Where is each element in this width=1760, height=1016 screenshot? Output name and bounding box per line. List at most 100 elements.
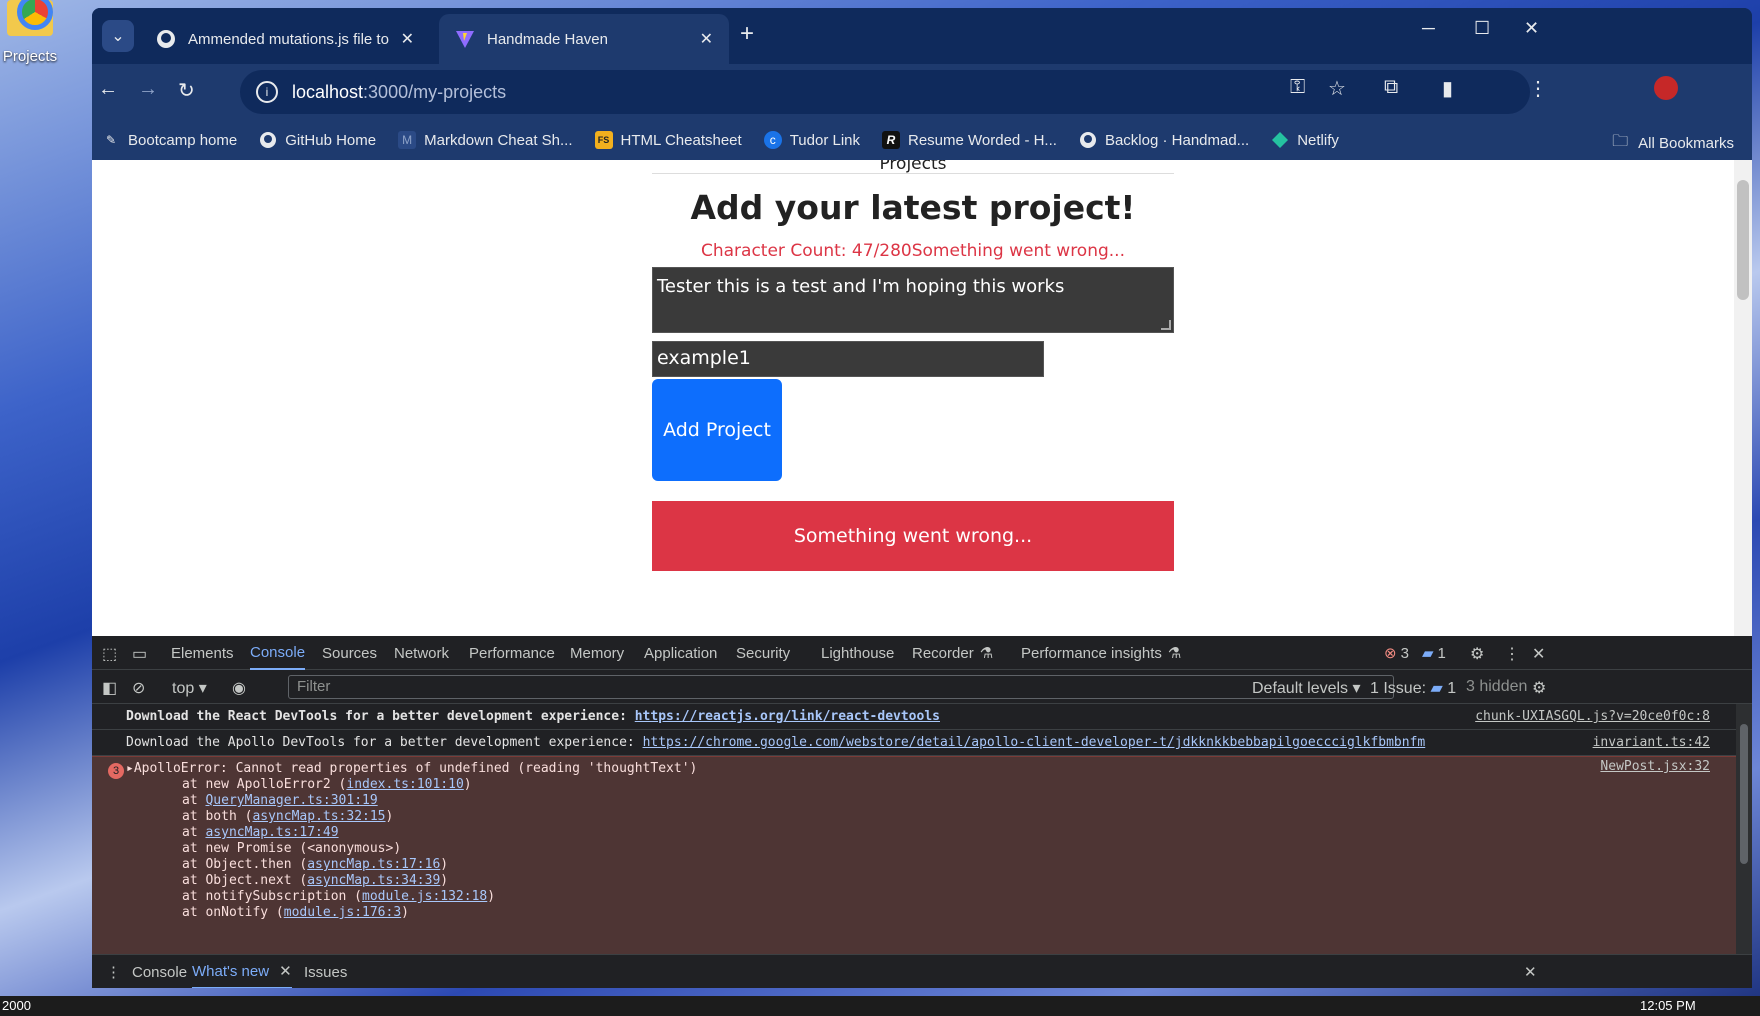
source-link[interactable]: chunk-UXIASGQL.js?v=20ce0f0c:8 (1475, 704, 1710, 730)
devtools-drawer: ⋮ Console What's new ✕ Issues ✕ (92, 954, 1752, 988)
project-name-input[interactable]: example1 (652, 341, 1044, 377)
scrollbar-thumb[interactable] (1737, 180, 1749, 300)
close-devtools-icon[interactable]: ✕ (1532, 644, 1545, 664)
forward-icon[interactable]: → (138, 78, 158, 101)
netlify-icon (1271, 131, 1289, 149)
devtools-tab-console[interactable]: Console (250, 636, 306, 670)
devtools-tab-memory[interactable]: Memory (570, 636, 624, 670)
apollo-devtools-link[interactable]: https://chrome.google.com/webstore/detai… (643, 735, 1426, 750)
context-selector[interactable]: top ▾ (172, 678, 207, 698)
stack-source-link[interactable]: module.js:176:3 (284, 905, 401, 920)
stack-source-link[interactable]: index.ts:101:10 (346, 777, 463, 792)
inspect-element-icon[interactable]: ⬚ (102, 644, 117, 664)
drawer-menu-icon[interactable]: ⋮ (106, 955, 121, 988)
bookmark-item[interactable]: R Resume Worded - H... (882, 131, 1057, 149)
devtools-tab-performance[interactable]: Performance (469, 636, 555, 670)
tab-search-button[interactable]: ⌄ (102, 20, 134, 52)
project-description-textarea[interactable]: Tester this is a test and I'm hoping thi… (652, 267, 1174, 333)
stack-frame: at new Promise (<anonymous>) (182, 841, 402, 856)
taskbar-clock: 12:05 PM (1640, 998, 1696, 1013)
error-message[interactable]: ▸ApolloError: Cannot read properties of … (126, 759, 1752, 777)
bookmark-item[interactable]: c Tudor Link (763, 131, 860, 149)
devtools-menu-icon[interactable]: ⋮ (1504, 644, 1520, 664)
console-output: Download the React DevTools for a better… (92, 704, 1752, 954)
drawer-tab-console[interactable]: Console (132, 955, 187, 988)
bookmark-item[interactable]: ✎ Bootcamp home (102, 131, 237, 149)
github-icon (156, 29, 176, 49)
new-tab-button[interactable]: + (740, 20, 754, 48)
close-tab-icon[interactable]: ✕ (279, 962, 292, 980)
stack-source-link[interactable]: module.js:132:18 (362, 889, 487, 904)
tab-mutations[interactable]: Ammended mutations.js file to ✕ (140, 14, 430, 64)
drawer-tab-whats-new[interactable]: What's new ✕ (192, 955, 292, 988)
drawer-tab-issues[interactable]: Issues (304, 955, 347, 988)
bookmark-star-icon[interactable]: ☆ (1328, 76, 1346, 101)
devtools-tab-application[interactable]: Application (644, 636, 717, 670)
issues-link[interactable]: 1 Issue: ▰ 1 (1370, 678, 1456, 698)
close-tab-icon[interactable]: ✕ (700, 29, 713, 49)
menu-kebab-icon[interactable]: ⋮ (1528, 76, 1548, 101)
flask-icon: ⚗ (1167, 645, 1182, 662)
stack-source-link[interactable]: QueryManager.ts:301:19 (205, 793, 377, 808)
clear-console-icon[interactable]: ⊘ (132, 678, 145, 698)
close-window-icon[interactable]: ✕ (1524, 18, 1539, 39)
github-icon (1079, 131, 1097, 149)
close-drawer-icon[interactable]: ✕ (1524, 955, 1537, 988)
expand-triangle-icon[interactable]: ▸ (126, 761, 134, 776)
react-devtools-link[interactable]: https://reactjs.org/link/react-devtools (635, 709, 940, 724)
minimize-icon[interactable]: ─ (1422, 18, 1435, 39)
stack-source-link[interactable]: asyncMap.ts:17:16 (307, 857, 440, 872)
error-alert: Something went wrong... (652, 501, 1174, 571)
extensions-icon[interactable]: ⧉ (1384, 76, 1398, 99)
devtools-tab-security[interactable]: Security (736, 636, 790, 670)
bookmark-item[interactable]: M Markdown Cheat Sh... (398, 131, 573, 149)
console-scrollbar[interactable] (1736, 704, 1752, 954)
live-expression-eye-icon[interactable]: ◉ (232, 678, 246, 698)
bookmark-item[interactable]: Netlify (1271, 131, 1339, 149)
message-icon: ▰ (1422, 645, 1434, 662)
close-tab-icon[interactable]: ✕ (401, 29, 414, 49)
source-link[interactable]: NewPost.jsx:32 (1600, 759, 1710, 774)
back-icon[interactable]: ← (98, 78, 118, 101)
desktop-icon-projects[interactable]: Projects (2, 0, 58, 65)
log-levels-dropdown[interactable]: Default levels ▾ (1252, 678, 1361, 698)
bookmark-item[interactable]: FS HTML Cheatsheet (594, 131, 742, 149)
sidebar-toggle-icon[interactable]: ◧ (102, 678, 117, 698)
console-filter-input[interactable]: Filter (288, 675, 1394, 699)
source-link[interactable]: invariant.ts:42 (1593, 730, 1710, 756)
settings-gear-icon[interactable]: ⚙ (1470, 644, 1484, 664)
console-settings-icon[interactable]: ⚙ (1532, 678, 1546, 698)
devtools-tab-lighthouse[interactable]: Lighthouse (821, 636, 894, 670)
side-panel-icon[interactable]: ▮ (1442, 76, 1453, 101)
stack-source-link[interactable]: asyncMap.ts:32:15 (252, 809, 385, 824)
devtools-tab-network[interactable]: Network (394, 636, 449, 670)
markdown-icon: M (398, 131, 417, 149)
tab-strip: ⌄ Ammended mutations.js file to ✕ Handma… (92, 8, 1752, 64)
bookmark-item[interactable]: GitHub Home (259, 131, 376, 149)
all-bookmarks-button[interactable]: 🗀 All Bookmarks (1612, 130, 1734, 157)
error-counter[interactable]: ⊗ 3 (1384, 636, 1409, 670)
message-counter[interactable]: ▰ 1 (1422, 636, 1446, 670)
devtools-tab-recorder[interactable]: Recorder ⚗ (912, 636, 993, 670)
scrollbar-thumb[interactable] (1740, 724, 1748, 864)
devtools-tab-sources[interactable]: Sources (322, 636, 377, 670)
reload-icon[interactable]: ↻ (178, 78, 195, 103)
page-scrollbar[interactable] (1734, 160, 1752, 636)
site-info-icon[interactable]: i (256, 81, 278, 103)
devtools-tab-performance-insights[interactable]: Performance insights ⚗ (1021, 636, 1181, 670)
stack-source-link[interactable]: asyncMap.ts:17:49 (205, 825, 338, 840)
github-icon (259, 131, 277, 149)
tab-handmade-haven[interactable]: Handmade Haven ✕ (439, 14, 729, 64)
bookmark-item[interactable]: Backlog · Handmad... (1079, 131, 1249, 149)
add-project-button[interactable]: Add Project (652, 379, 782, 481)
maximize-icon[interactable]: ☐ (1474, 18, 1490, 39)
error-repeat-badge: 3 (108, 763, 124, 779)
password-key-icon[interactable]: ⚿ (1290, 76, 1305, 99)
hidden-count: 3 hidden (1466, 678, 1528, 695)
devtools-tab-elements[interactable]: Elements (171, 636, 234, 670)
profile-avatar[interactable] (1654, 76, 1678, 100)
nav-projects-label[interactable]: Projects (652, 160, 1174, 174)
device-toolbar-icon[interactable]: ▭ (132, 644, 147, 664)
dropdown-triangle-icon: ▾ (198, 680, 207, 697)
stack-source-link[interactable]: asyncMap.ts:34:39 (307, 873, 440, 888)
